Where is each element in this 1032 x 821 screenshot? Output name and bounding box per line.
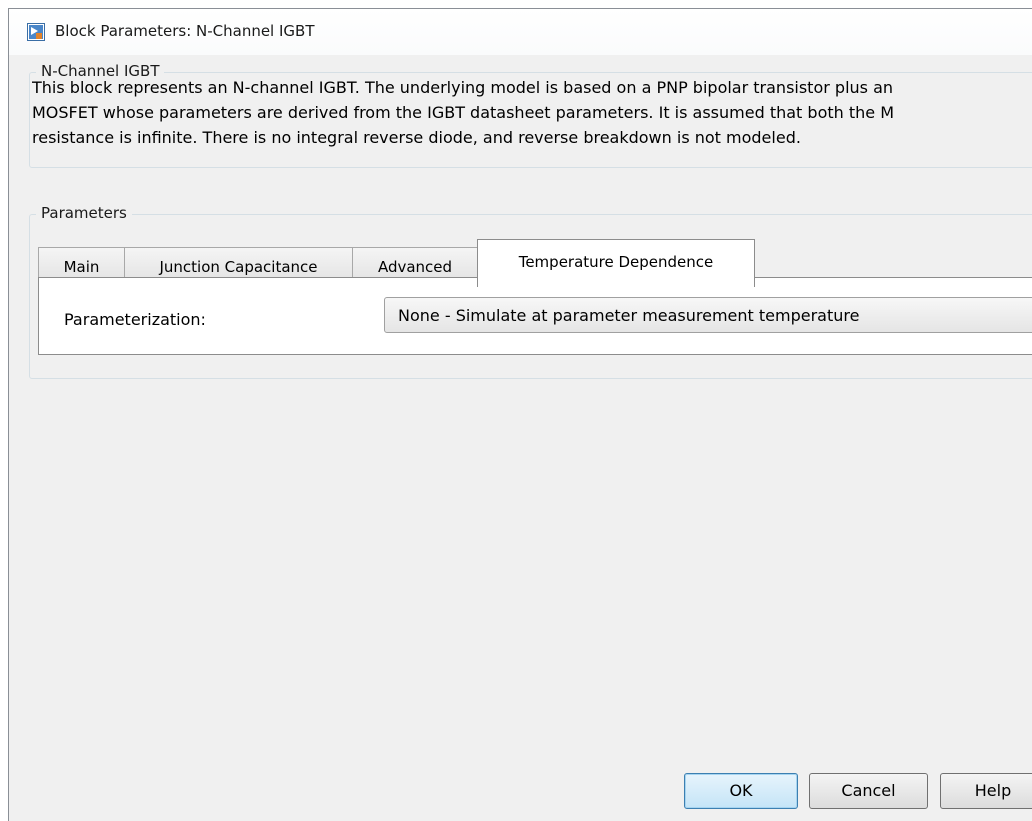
- parameterization-label: Parameterization:: [64, 310, 206, 329]
- tab-label: Temperature Dependence: [518, 253, 714, 271]
- parameters-group-title: Parameters: [36, 204, 132, 222]
- window-title: Block Parameters: N-Channel IGBT: [55, 22, 315, 40]
- tab-label: Advanced: [377, 258, 453, 276]
- parameterization-dropdown[interactable]: None - Simulate at parameter measurement…: [384, 297, 1032, 333]
- tab-label: Main: [63, 258, 100, 276]
- ok-button[interactable]: OK: [684, 773, 798, 809]
- tab-temperature-dependence[interactable]: Temperature Dependence: [477, 239, 755, 287]
- cancel-button[interactable]: Cancel: [809, 773, 928, 809]
- simulink-block-icon: [27, 23, 45, 41]
- description-line: This block represents an N-channel IGBT.…: [32, 78, 894, 97]
- block-parameters-dialog: Block Parameters: N-Channel IGBT N-Chann…: [8, 8, 1032, 821]
- title-bar[interactable]: Block Parameters: N-Channel IGBT: [9, 9, 1032, 55]
- parameterization-value: None - Simulate at parameter measurement…: [398, 306, 860, 325]
- description-line: resistance is infinite. There is no inte…: [32, 128, 801, 147]
- description-line: MOSFET whose parameters are derived from…: [32, 103, 894, 122]
- tab-label: Junction Capacitance: [159, 258, 318, 276]
- block-description: This block represents an N-channel IGBT.…: [32, 75, 1022, 150]
- help-button[interactable]: Help: [940, 773, 1032, 809]
